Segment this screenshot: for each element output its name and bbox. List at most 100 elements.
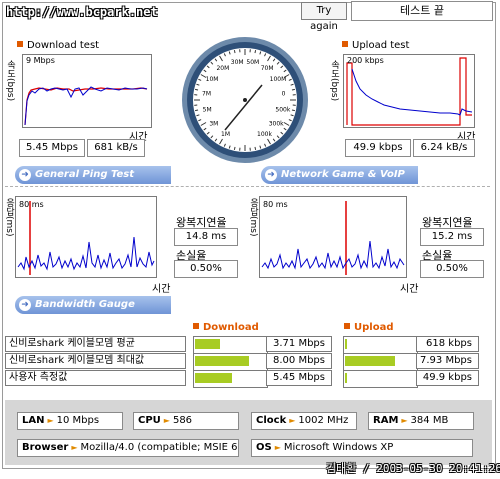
site-watermark: http://www.bcpark.net — [6, 5, 158, 19]
upload-series-red — [346, 57, 472, 126]
cpu-value: 586 — [172, 415, 193, 426]
upload-speed-kbps: 49.9 kbps — [345, 139, 411, 157]
gauge-label: 100M — [270, 76, 287, 83]
gauge-tick — [195, 109, 199, 112]
game-loss-value: 0.50% — [420, 260, 484, 278]
download-test-title: Download test — [17, 40, 99, 51]
gauge-label: 10M — [206, 76, 219, 83]
bandwidth-download-label: Download — [203, 322, 259, 333]
square-bullet-icon — [342, 41, 348, 47]
download-test-label: Download test — [27, 40, 100, 51]
gauge-label: 7M — [202, 91, 211, 98]
upload-value: 7.93 Mbps — [416, 353, 479, 369]
square-bullet-icon — [17, 41, 23, 47]
ping-loss-value: 0.50% — [174, 260, 238, 278]
upload-test-title: Upload test — [342, 40, 409, 51]
gauge-tick — [291, 109, 295, 112]
square-bullet-icon — [193, 323, 199, 329]
bandwidth-download-header: Download — [193, 322, 259, 333]
bandwidth-gauge-banner[interactable]: ➜ Bandwidth Gauge — [15, 296, 171, 314]
upload-value: 618 kbps — [416, 336, 479, 352]
download-bar-fill — [195, 339, 220, 349]
gauge-tick — [254, 50, 257, 54]
clock-value: 1002 MHz — [298, 415, 349, 426]
triangle-right-icon: ► — [163, 416, 170, 425]
game-series-blue — [261, 240, 405, 270]
arrow-right-icon: ➜ — [19, 299, 31, 311]
browser-info: Browser ► Mozilla/4.0 (compatible; MSIE 6.… — [17, 439, 239, 457]
lan-info: LAN ► 10 Mbps — [17, 412, 123, 430]
gauge-label: 100k — [257, 131, 272, 138]
gauge-svg: 1M3M 5M 7M 10M 20M30M 50M70M 100M 0 500k 300k 100k — [182, 37, 308, 163]
upload-speed-kbs: 6.24 kB/s — [413, 139, 475, 157]
upload-bar — [343, 336, 418, 354]
download-bar — [193, 336, 268, 354]
download-bar — [193, 370, 268, 388]
upload-bar-fill — [345, 373, 347, 383]
browser-value: Mozilla/4.0 (compatible; MSIE 6.0 — [80, 442, 239, 453]
ram-value: 384 MB — [410, 415, 449, 426]
os-info: OS ► Microsoft Windows XP — [251, 439, 473, 457]
gauge-tick — [233, 146, 236, 150]
footer-signature: 김태환 / 2003-05-30 20:41:26 — [326, 462, 500, 475]
triangle-right-icon: ► — [274, 443, 281, 452]
triangle-right-icon: ► — [71, 443, 78, 452]
upload-scale-label: 200 kbps — [347, 56, 384, 65]
download-value: 8.00 Mbps — [266, 353, 332, 369]
speed-gauge: 1M 3M 5M 7M 10M 20M 30M 50M 70M 100M 0 500k 300k 100k — [180, 35, 310, 165]
upload-test-label: Upload test — [352, 40, 410, 51]
download-scale-label: 9 Mbps — [26, 56, 55, 65]
gauge-label: 70M — [261, 65, 274, 72]
game-graph: 80 ms — [259, 196, 407, 278]
general-ping-test-banner[interactable]: ➜ General Ping Test — [15, 166, 171, 184]
browser-label: Browser — [22, 442, 69, 453]
bandwidth-upload-header: Upload — [344, 322, 393, 333]
upload-series-blue — [351, 68, 473, 116]
download-speed-mbps: 5.45 Mbps — [19, 139, 85, 157]
game-rtt-value: 15.2 ms — [420, 228, 484, 246]
square-bullet-icon — [344, 323, 350, 329]
gauge-label: 5M — [203, 106, 212, 113]
bandwidth-gauge-label: Bandwidth Gauge — [35, 299, 135, 310]
arrow-right-icon: ➜ — [265, 169, 277, 181]
gauge-tick — [195, 88, 199, 91]
download-y-axis-label: 속도(bps) — [5, 60, 15, 102]
bandwidth-row-label: 신비로shark 케이블모뎀 평균 — [5, 336, 186, 352]
ping-scale-label: 80 ms — [19, 200, 44, 209]
upload-bar-fill — [345, 356, 395, 366]
end-test-title: 테스트 끝 — [351, 1, 493, 21]
gauge-tick — [254, 146, 257, 150]
ping-rtt-value: 14.8 ms — [174, 228, 238, 246]
download-series-blue — [24, 86, 148, 126]
upload-bar — [343, 370, 418, 388]
lan-value: 10 Mbps — [56, 415, 100, 426]
ping-graph-svg — [17, 201, 155, 275]
game-graph-svg — [261, 201, 405, 275]
game-x-axis-label: 시간 — [400, 284, 419, 295]
gauge-label: 20M — [216, 65, 229, 72]
gauge-label: 30M — [231, 59, 244, 66]
ram-info: RAM ► 384 MB — [368, 412, 474, 430]
clock-info: Clock ► 1002 MHz — [251, 412, 357, 430]
gauge-tick — [291, 88, 295, 91]
upload-y-axis-label: 속도(bps) — [329, 60, 339, 102]
download-bar — [193, 353, 268, 371]
network-game-test-banner[interactable]: ➜ Network Game & VoIP Test — [261, 166, 418, 198]
download-bar-fill — [195, 373, 232, 383]
download-bar-fill — [195, 356, 249, 366]
os-value: Microsoft Windows XP — [283, 442, 394, 453]
arrow-right-icon: ➜ — [19, 169, 31, 181]
bandwidth-row-label: 신비로shark 케이블모뎀 최대값 — [5, 353, 186, 369]
ram-label: RAM — [373, 415, 399, 426]
cpu-label: CPU — [138, 415, 161, 426]
cpu-info: CPU ► 586 — [133, 412, 239, 430]
try-again-button[interactable]: Try again — [301, 2, 347, 32]
bandwidth-row-label: 사용자 측정값 — [5, 370, 186, 386]
download-graph: 9 Mbps — [22, 54, 152, 128]
download-series-red — [24, 87, 148, 126]
download-speed-kbs: 681 kB/s — [87, 139, 145, 157]
download-value: 5.45 Mbps — [266, 370, 332, 386]
upload-value: 49.9 kbps — [416, 370, 479, 386]
section-divider — [5, 186, 490, 187]
lan-label: LAN — [22, 415, 45, 426]
